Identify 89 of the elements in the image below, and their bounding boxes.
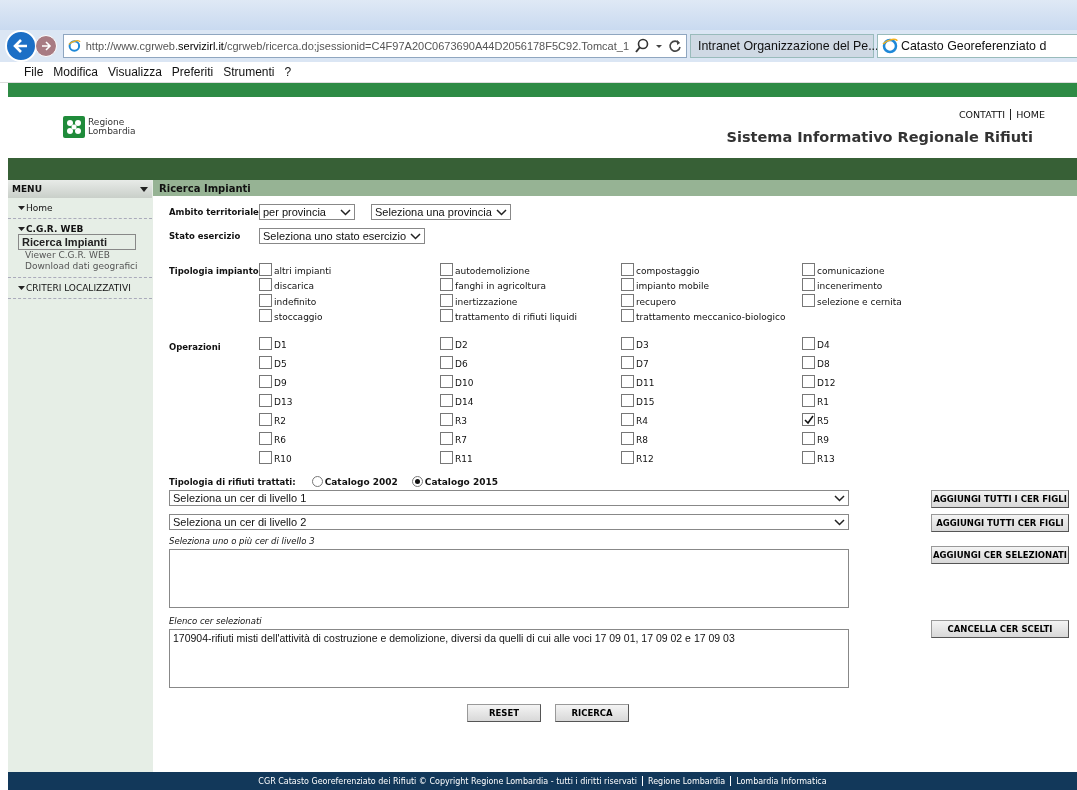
checkbox-label: impianto mobile	[636, 281, 710, 291]
checkbox-label: D1	[274, 340, 287, 350]
radio-label: Catalogo 2002	[324, 476, 398, 487]
checkbox-label: R3	[455, 416, 467, 426]
checkbox-label: D4	[817, 340, 830, 350]
checkbox-label: discarica	[274, 281, 315, 291]
form-button[interactable]: RESET	[467, 704, 541, 722]
checkbox-label: fanghi in agricoltura	[455, 281, 547, 291]
menu-item[interactable]: Preferiti	[171, 65, 214, 79]
checkbox-label: R12	[636, 454, 654, 464]
checkbox-label: R5	[817, 416, 829, 426]
checkbox-label: R13	[817, 454, 835, 464]
checkbox-label: trattamento di rifiuti liquidi	[455, 312, 577, 322]
checkbox-label: comunicazione	[817, 265, 885, 276]
address-field[interactable]: http://www.cgrweb.servizirl.it/cgrweb/ricerca.do;jsessionid=C4F97A20C0673690A44D2056178F5C92.Tomcat_1	[63, 34, 687, 58]
field-label: Stato esercizio	[169, 231, 242, 241]
url-text: http://www.cgrweb.servizirl.it/cgrweb/ricerca.do;jsessionid=C4F97A20C0673690A44D2056178F5C92.Tomcat_1	[85, 40, 629, 52]
add-selected-button[interactable]: AGGIUNGI CER SELEZIONATI	[931, 546, 1069, 564]
checkbox-label: D13	[274, 397, 293, 407]
sidebar-item[interactable]: Home	[18, 203, 152, 213]
header-link[interactable]: HOME	[1016, 109, 1045, 120]
checkbox-label: R11	[455, 454, 473, 464]
dropdown[interactable]: Seleziona un cer di livello 2	[169, 514, 849, 530]
checkbox-label: R10	[274, 454, 292, 464]
sidebar-link[interactable]: Ricerca Impianti	[18, 234, 136, 250]
clear-button[interactable]: CANCELLA CER SCELTI	[931, 620, 1069, 638]
add-all-button[interactable]: AGGIUNGI TUTTI I CER FIGLI	[931, 490, 1069, 508]
checkbox-label: inertizzazione	[455, 296, 518, 307]
menu-item[interactable]: ?	[284, 65, 292, 79]
checkbox-label: D14	[455, 397, 474, 407]
copyright-text: CGR Catasto Georeferenziato dei Rifiuti © Copyright Regione Lombardia - tutti i diritti riservati	[258, 776, 637, 786]
checkbox-label: R1	[817, 397, 829, 407]
checkbox-label: R6	[274, 435, 286, 445]
checkbox-label: altri impianti	[274, 265, 332, 276]
checkbox-label: selezione e cernita	[817, 296, 902, 307]
checkbox-label: D12	[817, 378, 836, 388]
field-label: Operazioni	[169, 341, 222, 354]
header-link[interactable]: CONTATTI	[958, 109, 1006, 120]
checkbox-label: D7	[636, 359, 649, 369]
checkbox-label: D2	[455, 340, 468, 350]
menu-item[interactable]: Strumenti	[223, 65, 275, 79]
checkbox-label: D3	[636, 340, 649, 350]
field-label: Ambito territoriale	[169, 207, 259, 217]
footer-link[interactable]: Lombardia Informatica	[736, 776, 827, 786]
checkbox-label: R4	[636, 416, 648, 426]
checkbox-label: D8	[817, 359, 830, 369]
section-title: Ricerca Impianti	[153, 180, 1077, 196]
menu-header[interactable]: MENU	[8, 180, 152, 198]
dropdown[interactable]: Seleziona uno stato esercizio	[259, 228, 426, 244]
list-label: Seleziona uno o più cer di livello 3	[169, 536, 316, 546]
list-label: Elenco cer selezionati	[169, 616, 263, 626]
menu-item[interactable]: File	[24, 65, 44, 79]
checkbox-label: D6	[455, 359, 468, 369]
footer-link[interactable]: Regione Lombardia	[647, 776, 726, 786]
checkbox-label: R8	[636, 435, 648, 445]
field-label: Tipologia impianto	[169, 265, 259, 278]
radio-label: Catalogo 2015	[424, 476, 498, 487]
sidebar-item[interactable]: C.G.R. WEB	[18, 224, 152, 234]
dropdown[interactable]: Seleziona un cer di livello 1	[169, 490, 849, 506]
checkbox-label: incenerimento	[817, 281, 883, 291]
checkbox-label: stoccaggio	[274, 312, 323, 322]
checkbox-label: autodemolizione	[455, 265, 530, 276]
checkbox-label: indefinito	[274, 296, 317, 307]
checkbox-label: D9	[274, 378, 287, 388]
add-all-button[interactable]: AGGIUNGI TUTTI CER FIGLI	[931, 514, 1069, 532]
menu-item[interactable]: Modifica	[53, 65, 99, 79]
menu-item[interactable]: Visualizza	[108, 65, 162, 79]
sidebar-item[interactable]: CRITERI LOCALIZZATIVI	[18, 283, 152, 293]
checkbox-label: recupero	[636, 296, 676, 307]
sidebar-link[interactable]: Viewer C.G.R. WEB	[18, 250, 152, 261]
list-box[interactable]: 170904-rifiuti misti dell'attività di costruzione e demolizione, diversi da quelli di cui alle voci 17 09 01, 17 09 02 e 17 09 03	[169, 629, 849, 688]
checkbox-label: D15	[636, 397, 655, 407]
dropdown[interactable]: Seleziona una provincia	[371, 204, 511, 220]
list-item[interactable]: 170904-rifiuti misti dell'attività di costruzione e demolizione, diversi da quelli di cui alle voci 17 09 01, 17 09 02 e 17 09 03	[173, 632, 845, 644]
checkbox-label: D10	[455, 378, 474, 388]
form-button[interactable]: RICERCA	[555, 704, 629, 722]
checkbox-label: R9	[817, 435, 829, 445]
field-label: Tipologia di rifiuti trattati:	[169, 476, 296, 487]
checkbox-label: compostaggio	[636, 265, 700, 276]
dropdown[interactable]: per provincia	[259, 204, 355, 220]
browser-tab[interactable]: Catasto Georeferenziato d	[877, 34, 1077, 58]
checkbox-label: R7	[455, 435, 467, 445]
checkbox-label: D5	[274, 359, 287, 369]
checkbox-label: D11	[636, 378, 655, 388]
site-title: Sistema Informativo Regionale Rifiuti	[726, 129, 1033, 145]
checkbox-label: trattamento meccanico-biologico	[636, 312, 786, 322]
logo-text: Regione Lombardia	[88, 118, 136, 136]
checkbox-label: R2	[274, 416, 286, 426]
sidebar-link[interactable]: Download dati geografici	[18, 261, 152, 272]
